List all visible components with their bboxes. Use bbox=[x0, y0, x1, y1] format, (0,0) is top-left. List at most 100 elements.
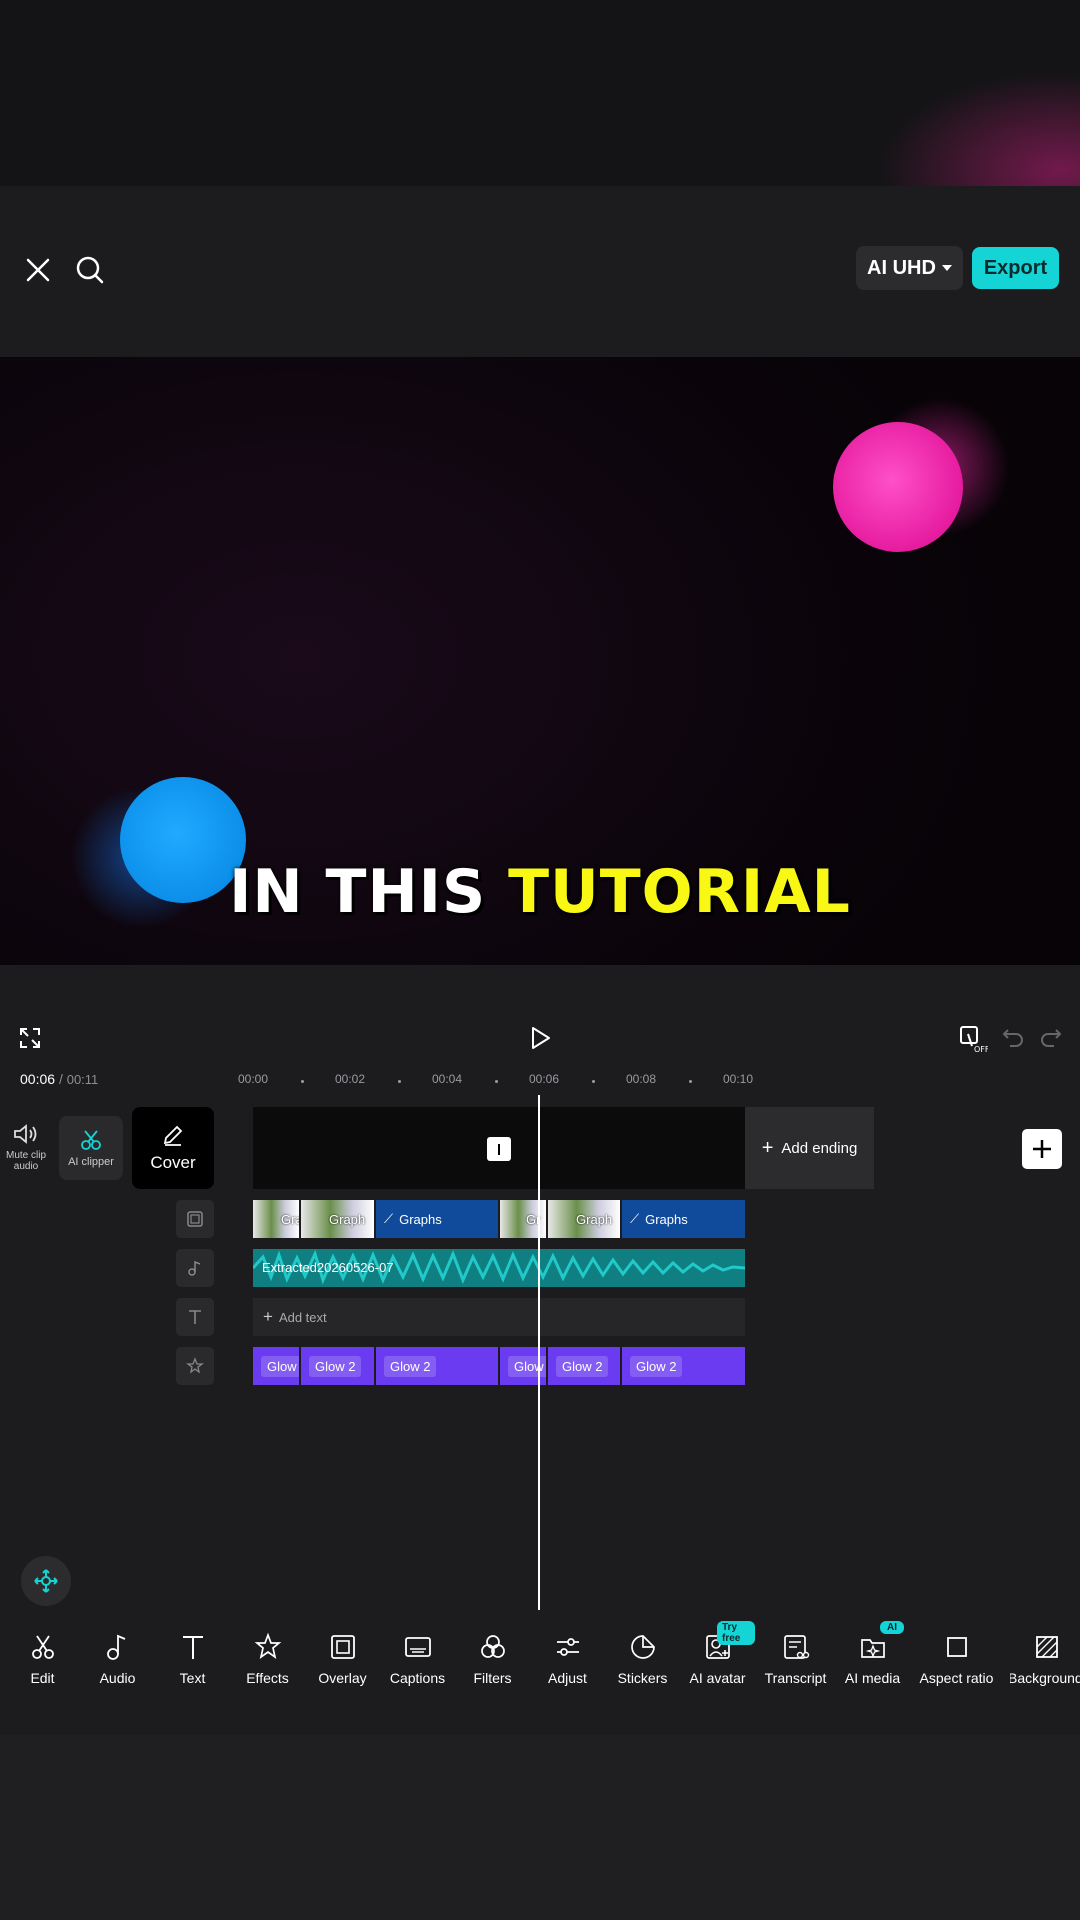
overlay-icon bbox=[187, 1211, 203, 1227]
tool-ai-avatar[interactable]: Try free AI avatar bbox=[680, 1621, 755, 1686]
playhead[interactable] bbox=[538, 1095, 540, 1610]
overlay-clip[interactable]: Gr bbox=[500, 1200, 548, 1238]
music-note-icon bbox=[106, 1634, 125, 1660]
cover-label: Cover bbox=[150, 1153, 196, 1172]
overlay-clip[interactable]: Graph bbox=[548, 1200, 622, 1238]
tool-label: Audio bbox=[99, 1670, 136, 1686]
tool-overlay[interactable]: Overlay bbox=[305, 1628, 380, 1686]
time-ruler[interactable]: 00:00 00:02 00:04 00:06 00:08 00:10 bbox=[238, 1072, 778, 1092]
captions-icon bbox=[404, 1637, 431, 1657]
video-preview[interactable]: IN THIS TUTORIAL bbox=[0, 357, 1080, 965]
keyframe-off-icon: OFF bbox=[960, 1026, 990, 1054]
effect-clip[interactable]: Glow bbox=[500, 1347, 548, 1385]
fullscreen-button[interactable] bbox=[18, 1026, 42, 1055]
audio-clip[interactable]: Extracted20260526-07 bbox=[253, 1249, 745, 1287]
play-button[interactable] bbox=[526, 1024, 554, 1057]
tool-label: Transcript bbox=[764, 1670, 827, 1686]
effect-clip-label: Glow 2 bbox=[556, 1355, 609, 1377]
effect-clip[interactable]: Glow 2 bbox=[548, 1347, 622, 1385]
pencil-icon bbox=[163, 1125, 183, 1146]
tool-label: Captions bbox=[389, 1670, 446, 1686]
audio-track-toggle[interactable] bbox=[176, 1249, 214, 1287]
tool-adjust[interactable]: Adjust bbox=[530, 1628, 605, 1686]
effect-clip[interactable]: Glow bbox=[253, 1347, 301, 1385]
tool-edit[interactable]: Edit bbox=[5, 1628, 80, 1686]
background-icon bbox=[1036, 1636, 1058, 1658]
tool-background[interactable]: Background bbox=[1010, 1628, 1080, 1686]
search-button[interactable] bbox=[70, 250, 110, 290]
effect-clip[interactable]: Glow 2 bbox=[376, 1347, 500, 1385]
effect-clip-label: Glow 2 bbox=[630, 1355, 683, 1377]
text-track-toggle[interactable] bbox=[176, 1298, 214, 1336]
ai-badge: AI bbox=[880, 1621, 904, 1634]
main-video-track[interactable] bbox=[253, 1107, 745, 1189]
chart-icon: ⟋ bbox=[384, 1211, 394, 1226]
tool-transcript[interactable]: Transcript bbox=[758, 1628, 833, 1686]
overlay-icon bbox=[330, 1635, 355, 1659]
status-area bbox=[0, 0, 1080, 186]
add-ending-button[interactable]: + Add ending bbox=[745, 1107, 874, 1189]
ruler-tick: 00:10 bbox=[723, 1072, 754, 1086]
add-text-button[interactable]: + Add text bbox=[253, 1298, 745, 1336]
effect-clip[interactable]: Glow 2 bbox=[301, 1347, 376, 1385]
video-subtitle: IN THIS TUTORIAL bbox=[0, 857, 1080, 927]
cover-button[interactable]: Cover bbox=[132, 1107, 214, 1189]
add-clip-button[interactable] bbox=[1022, 1129, 1062, 1169]
keyframe-move-button[interactable] bbox=[21, 1556, 71, 1606]
undo-button[interactable] bbox=[1000, 1024, 1026, 1055]
tool-effects[interactable]: Effects bbox=[230, 1628, 305, 1686]
bottom-toolbar: Edit Audio Text Effects Overlay Captions… bbox=[0, 1621, 1080, 1738]
effect-clip[interactable]: Glow 2 bbox=[622, 1347, 745, 1385]
tool-text[interactable]: Text bbox=[155, 1628, 230, 1686]
plus-icon: + bbox=[263, 1307, 273, 1326]
sticker-icon bbox=[630, 1635, 655, 1659]
tool-audio[interactable]: Audio bbox=[80, 1628, 155, 1686]
tool-label: Adjust bbox=[548, 1670, 587, 1686]
tool-ai-media[interactable]: AI AI media bbox=[835, 1621, 910, 1686]
tool-label: AI avatar bbox=[689, 1670, 746, 1686]
ai-media-icon bbox=[860, 1639, 885, 1658]
close-button[interactable] bbox=[18, 250, 58, 290]
overlay-clip-label: Graph bbox=[576, 1211, 613, 1227]
overlay-track-toggle[interactable] bbox=[176, 1200, 214, 1238]
effect-clip-label: Glow bbox=[508, 1355, 546, 1377]
bokeh-light bbox=[833, 422, 963, 552]
ai-clipper-button[interactable]: AI clipper bbox=[59, 1116, 123, 1180]
tool-stickers[interactable]: Stickers bbox=[605, 1628, 680, 1686]
redo-icon bbox=[1041, 1029, 1062, 1047]
transition-marker[interactable] bbox=[487, 1137, 511, 1161]
tool-label: Edit bbox=[30, 1670, 55, 1686]
overlay-clip-label: Graph bbox=[329, 1211, 366, 1227]
scissors-icon bbox=[31, 1635, 54, 1659]
mute-clip-audio-button[interactable]: Mute clip audio bbox=[0, 1122, 52, 1172]
move-arrows-icon bbox=[34, 1569, 58, 1593]
navigation-area bbox=[0, 1735, 1080, 1920]
overlay-clip[interactable]: ⟋ Graphs bbox=[622, 1200, 745, 1238]
tool-filters[interactable]: Filters bbox=[455, 1628, 530, 1686]
keyframe-off-button[interactable]: OFF bbox=[958, 1024, 990, 1059]
ruler-tick: 00:08 bbox=[626, 1072, 657, 1086]
caret-down-icon bbox=[941, 265, 952, 271]
plus-icon bbox=[1033, 1140, 1051, 1158]
overlay-clip[interactable]: Graph bbox=[301, 1200, 376, 1238]
ruler-tick: 00:04 bbox=[432, 1072, 463, 1086]
time-readout: 00:06 / 00:11 bbox=[20, 1071, 99, 1087]
quality-selector[interactable]: AI UHD bbox=[856, 246, 963, 290]
undo-icon bbox=[1002, 1029, 1023, 1047]
plus-icon: + bbox=[761, 1136, 774, 1159]
export-button[interactable]: Export bbox=[972, 247, 1059, 289]
overlay-clip[interactable]: Gra bbox=[253, 1200, 301, 1238]
effects-star-icon bbox=[254, 1632, 281, 1659]
current-time: 00:06 bbox=[20, 1071, 56, 1087]
overlay-clip[interactable]: ⟋ Graphs bbox=[376, 1200, 500, 1238]
chart-icon: ⟋ bbox=[630, 1211, 640, 1226]
redo-button[interactable] bbox=[1038, 1024, 1064, 1055]
effects-track-toggle[interactable] bbox=[176, 1347, 214, 1385]
tool-label: Overlay bbox=[318, 1670, 367, 1686]
tool-label: Filters bbox=[473, 1670, 512, 1686]
tool-label: Background bbox=[1010, 1670, 1080, 1686]
tool-aspect-ratio[interactable]: Aspect ratio bbox=[919, 1628, 994, 1686]
text-icon bbox=[189, 1310, 201, 1324]
tool-captions[interactable]: Captions bbox=[380, 1628, 455, 1686]
subtitle-white-text: IN THIS bbox=[229, 857, 487, 927]
